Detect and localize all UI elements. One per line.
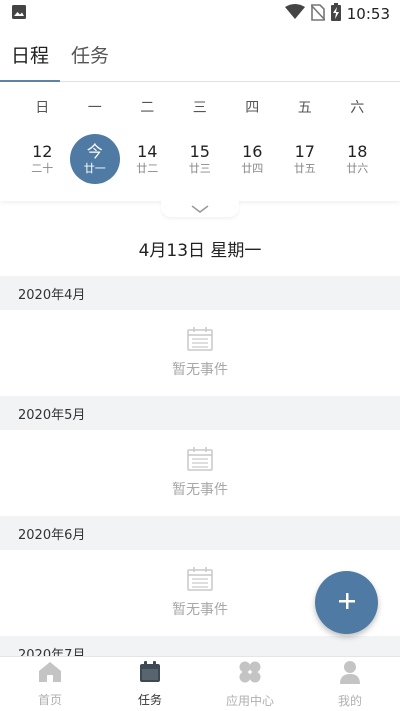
- empty-text: 暂无事件: [172, 362, 228, 378]
- weekday-label: 三: [192, 100, 207, 116]
- date-number: 15: [189, 142, 210, 161]
- empty-text: 暂无事件: [172, 482, 228, 498]
- nav-item-home[interactable]: 首页: [0, 657, 100, 711]
- nav-label: 首页: [37, 692, 62, 707]
- date-cell[interactable]: 18 廿六: [331, 133, 384, 185]
- no-sim-icon: [310, 3, 326, 25]
- date-number: 今: [86, 142, 103, 161]
- expand-calendar-toggle[interactable]: [161, 199, 239, 217]
- calendar-empty-icon: [187, 447, 213, 475]
- lunar-date: 廿二: [136, 162, 159, 175]
- empty-state: 暂无事件: [0, 430, 400, 516]
- month-header: 2020年5月: [0, 396, 400, 430]
- wifi-icon: [284, 4, 305, 24]
- tab-schedule[interactable]: 日程: [0, 27, 61, 82]
- nav-item-me[interactable]: 我的: [300, 657, 400, 711]
- empty-state: 暂无事件: [0, 310, 400, 396]
- month-section: 2020年5月 暂无事件: [0, 396, 400, 516]
- weekday-label: 四: [245, 100, 260, 116]
- date-cell[interactable]: 15 廿三: [174, 133, 227, 185]
- date-number: 17: [294, 142, 315, 161]
- nav-item-app-center[interactable]: 应用中心: [200, 657, 300, 711]
- weekday-row: 日 一 二 三 四 五 六: [0, 97, 400, 117]
- date-number: 12: [32, 142, 53, 161]
- date-row: 12 二十 今 廿一 14 廿二 15 廿三 16 廿四 17 廿五 18 廿六: [0, 133, 400, 185]
- date-cell-today[interactable]: 今 廿一: [69, 133, 122, 185]
- chevron-down-icon: [190, 199, 210, 218]
- lunar-date: 二十: [31, 162, 54, 175]
- date-cell[interactable]: 14 廿二: [121, 133, 174, 185]
- month-section: 2020年4月 暂无事件: [0, 276, 400, 396]
- today-highlight: 今 廿一: [69, 134, 120, 184]
- person-icon: [339, 660, 361, 688]
- month-header: 2020年6月: [0, 516, 400, 550]
- tab-tasks[interactable]: 任务: [60, 27, 120, 81]
- date-cell[interactable]: 17 廿五: [279, 133, 332, 185]
- battery-charging-icon: [330, 3, 341, 25]
- clover-icon: [238, 660, 262, 688]
- calendar-icon: [139, 660, 161, 687]
- lunar-date: 廿三: [188, 162, 211, 175]
- week-strip: 日 一 二 三 四 五 六 12 二十 今 廿一 14 廿二 15 廿三 16 …: [0, 83, 400, 201]
- add-event-button[interactable]: [315, 571, 378, 634]
- calendar-empty-icon: [187, 567, 213, 595]
- image-icon: [10, 3, 28, 25]
- lunar-date: 廿一: [83, 162, 106, 175]
- status-bar: 10:53: [0, 0, 400, 28]
- bottom-nav: 首页 任务 应用中心 我的: [0, 656, 400, 711]
- nav-item-tasks[interactable]: 任务: [100, 657, 200, 711]
- lunar-date: 廿六: [346, 162, 369, 175]
- lunar-date: 廿四: [241, 162, 264, 175]
- lunar-date: 廿五: [293, 162, 316, 175]
- weekday-label: 六: [350, 100, 365, 116]
- weekday-label: 二: [140, 100, 155, 116]
- date-cell[interactable]: 12 二十: [16, 133, 69, 185]
- status-time: 10:53: [346, 5, 390, 23]
- weekday-label: 五: [297, 100, 312, 116]
- nav-label: 应用中心: [225, 693, 274, 708]
- nav-label: 任务: [137, 692, 162, 707]
- weekday-label: 日: [35, 100, 50, 116]
- month-header: 2020年4月: [0, 276, 400, 310]
- nav-label: 我的: [337, 693, 362, 708]
- date-number: 16: [242, 142, 263, 161]
- date-number: 18: [347, 142, 368, 161]
- home-icon: [38, 661, 62, 687]
- weekday-label: 一: [87, 100, 102, 116]
- calendar-empty-icon: [187, 327, 213, 355]
- empty-text: 暂无事件: [172, 602, 228, 618]
- date-cell[interactable]: 16 廿四: [226, 133, 279, 185]
- date-number: 14: [137, 142, 158, 161]
- top-tabs: 日程 任务: [0, 28, 400, 82]
- plus-icon: [338, 592, 356, 614]
- selected-date-title: 4月13日 星期一: [138, 241, 262, 261]
